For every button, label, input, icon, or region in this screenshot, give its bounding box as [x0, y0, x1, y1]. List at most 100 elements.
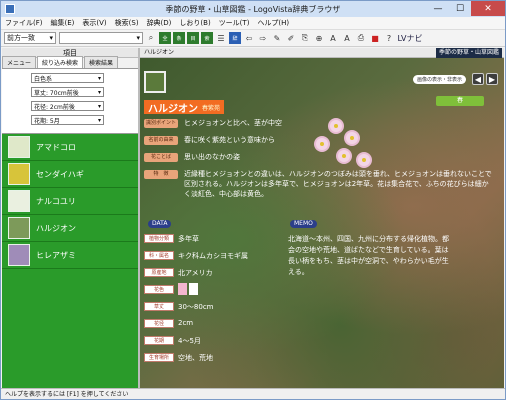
lv-navi-logo[interactable]: LVナビ [397, 32, 423, 44]
tab-search-results[interactable]: 検索結果 [84, 56, 119, 68]
plant-name: ハルジオン [148, 103, 198, 115]
menu-edit[interactable]: 編集(E) [47, 18, 79, 28]
identification-text: ヒメジョオンと比べ、茎が中空 [184, 119, 282, 127]
flower-language-text: 思い出のなかの姿 [184, 153, 240, 161]
close-button[interactable]: ✕ [471, 1, 505, 16]
copy-icon[interactable]: ⎘ [299, 32, 311, 44]
status-bar: ヘルプを表示するには [F1] を押してください [1, 388, 505, 399]
data-label: 植物分類 [144, 234, 174, 243]
full-text-search-icon[interactable]: 全 [159, 32, 171, 44]
data-label: 花色 [144, 285, 174, 294]
data-value: 空地、荒地 [178, 354, 213, 362]
search-icon[interactable]: ⌕ [145, 32, 157, 44]
filter-season-select[interactable]: 花期: 5月 ▾ [31, 115, 104, 125]
plant-photo: 画像の表示・非表示 ◀ ▶ 春 ハルジオン 春紫苑 識別ポイント ヒメジョオンと… [140, 58, 504, 388]
chevron-down-icon: ▾ [49, 34, 53, 42]
tab-filter-search[interactable]: 絞り込み検索 [37, 56, 84, 68]
list-item-label: ハルジオン [36, 223, 76, 233]
bookmark-icon[interactable]: ✎ [271, 32, 283, 44]
filter-height-select[interactable]: 草丈: 70cm前後 ▾ [31, 87, 104, 97]
menu-bar: ファイル(F) 編集(E) 表示(V) 検索(S) 辞典(D) しおり(B) ツ… [1, 17, 505, 30]
filter-season-value: 花期: 5月 [34, 117, 60, 125]
content-pane: ハルジオン 季節の野草・山草図鑑 画像の表示・非表示 ◀ ▶ 春 ハルジオン 春… [140, 48, 504, 388]
data-label: 花期 [144, 336, 174, 345]
list-item[interactable]: ハルジオン [2, 215, 138, 242]
list-item[interactable]: ヒレアザミ [2, 242, 138, 269]
data-value: キク科ムカシヨモギ属 [178, 252, 248, 260]
condition-search-icon[interactable]: 条 [173, 32, 185, 44]
flower-color-swatch-white [189, 283, 198, 295]
search-mode-value: 前方一致 [7, 34, 35, 42]
marker-icon[interactable]: ✐ [285, 32, 297, 44]
flower-color-swatch-pink [178, 283, 187, 295]
season-badge: 春 [436, 96, 484, 106]
flower-graphic [330, 120, 342, 132]
menu-search[interactable]: 検索(S) [111, 18, 143, 28]
filter-color-value: 白色系 [34, 75, 53, 83]
memo-section-title: MEMO [290, 220, 317, 228]
menu-file[interactable]: ファイル(F) [1, 18, 47, 28]
font-smaller-icon[interactable]: A [341, 32, 353, 44]
list-item-label: アマドコロ [36, 142, 76, 152]
thumbnail [8, 136, 30, 158]
dictionary-icon[interactable]: 辞 [229, 32, 241, 44]
back-icon[interactable]: ⇦ [243, 32, 255, 44]
stop-icon[interactable]: ■ [369, 32, 381, 44]
tag-flower-language: 花ことば [144, 153, 178, 162]
maximize-button[interactable]: ☐ [449, 1, 471, 16]
content-header: ハルジオン 季節の野草・山草図鑑 [140, 48, 504, 58]
tab-menu[interactable]: メニュー [2, 56, 37, 68]
help-icon[interactable]: ? [383, 32, 395, 44]
filter-diameter-select[interactable]: 花径: 2cm前後 ▾ [31, 101, 104, 111]
data-value: 2cm [178, 319, 194, 327]
thumbnail [8, 190, 30, 212]
left-tabs: メニュー 絞り込み検索 検索結果 [2, 56, 138, 69]
app-window: 季節の野草・山草図鑑 - LogoVista辞典ブラウザ — ☐ ✕ ファイル(… [0, 0, 506, 400]
plant-kanji-name: 春紫苑 [202, 104, 221, 112]
tag-name-origin: 名前の由来 [144, 136, 178, 145]
list-icon[interactable]: ☰ [215, 32, 227, 44]
prev-arrow-icon[interactable]: ◀ [472, 73, 484, 85]
menu-search-icon[interactable]: 目 [187, 32, 199, 44]
flower-graphic [358, 154, 370, 166]
font-larger-icon[interactable]: A [327, 32, 339, 44]
list-item[interactable]: センダイハギ [2, 161, 138, 188]
chevron-down-icon: ▾ [136, 34, 140, 42]
data-section-title: DATA [148, 220, 172, 228]
menu-tools[interactable]: ツール(T) [215, 18, 254, 28]
minimize-button[interactable]: — [427, 1, 449, 16]
print-icon[interactable]: ⎙ [355, 32, 367, 44]
toggle-image-button[interactable]: 画像の表示・非表示 [412, 74, 466, 84]
menu-bookmark[interactable]: しおり(B) [175, 18, 214, 28]
filter-panel: 白色系 ▾ 草丈: 70cm前後 ▾ 花径: 2cm前後 ▾ 花期: 5月 ▾ [2, 69, 138, 134]
search-input[interactable]: ▾ [59, 32, 143, 44]
zoom-icon[interactable]: ⊕ [313, 32, 325, 44]
tag-features: 特 徴 [144, 170, 178, 179]
name-origin-text: 春に咲く紫苑という意味から [184, 136, 275, 144]
thumbnail [8, 244, 30, 266]
list-item-label: ヒレアザミ [36, 250, 76, 260]
flower-graphic [316, 138, 328, 150]
list-item[interactable]: アマドコロ [2, 134, 138, 161]
filter-height-value: 草丈: 70cm前後 [34, 89, 79, 97]
search-mode-select[interactable]: 前方一致 ▾ [4, 32, 56, 44]
title-bar: 季節の野草・山草図鑑 - LogoVista辞典ブラウザ — ☐ ✕ [1, 1, 505, 17]
plant-title: ハルジオン 春紫苑 [144, 100, 225, 115]
features-text: 近縁種ヒメジョオンとの違いは、ハルジオンのつぼみは頭を垂れ、ヒメジョオンは垂れな… [184, 170, 492, 198]
menu-view[interactable]: 表示(V) [78, 18, 110, 28]
content-header-title: ハルジオン [144, 49, 175, 56]
photo-thumbnail[interactable] [144, 71, 166, 93]
menu-help[interactable]: ヘルプ(H) [253, 18, 293, 28]
next-arrow-icon[interactable]: ▶ [486, 73, 498, 85]
forward-icon[interactable]: ⇨ [257, 32, 269, 44]
data-label: 草丈 [144, 302, 174, 311]
menu-dictionary[interactable]: 辞典(D) [143, 18, 176, 28]
chevron-down-icon: ▾ [97, 74, 101, 82]
thumbnail [8, 217, 30, 239]
data-value: 多年草 [178, 235, 199, 243]
chevron-down-icon: ▾ [97, 116, 101, 124]
list-item[interactable]: ナルコユリ [2, 188, 138, 215]
index-icon[interactable]: 索 [201, 32, 213, 44]
data-value: 30〜80cm [178, 303, 214, 311]
filter-color-select[interactable]: 白色系 ▾ [31, 73, 104, 83]
